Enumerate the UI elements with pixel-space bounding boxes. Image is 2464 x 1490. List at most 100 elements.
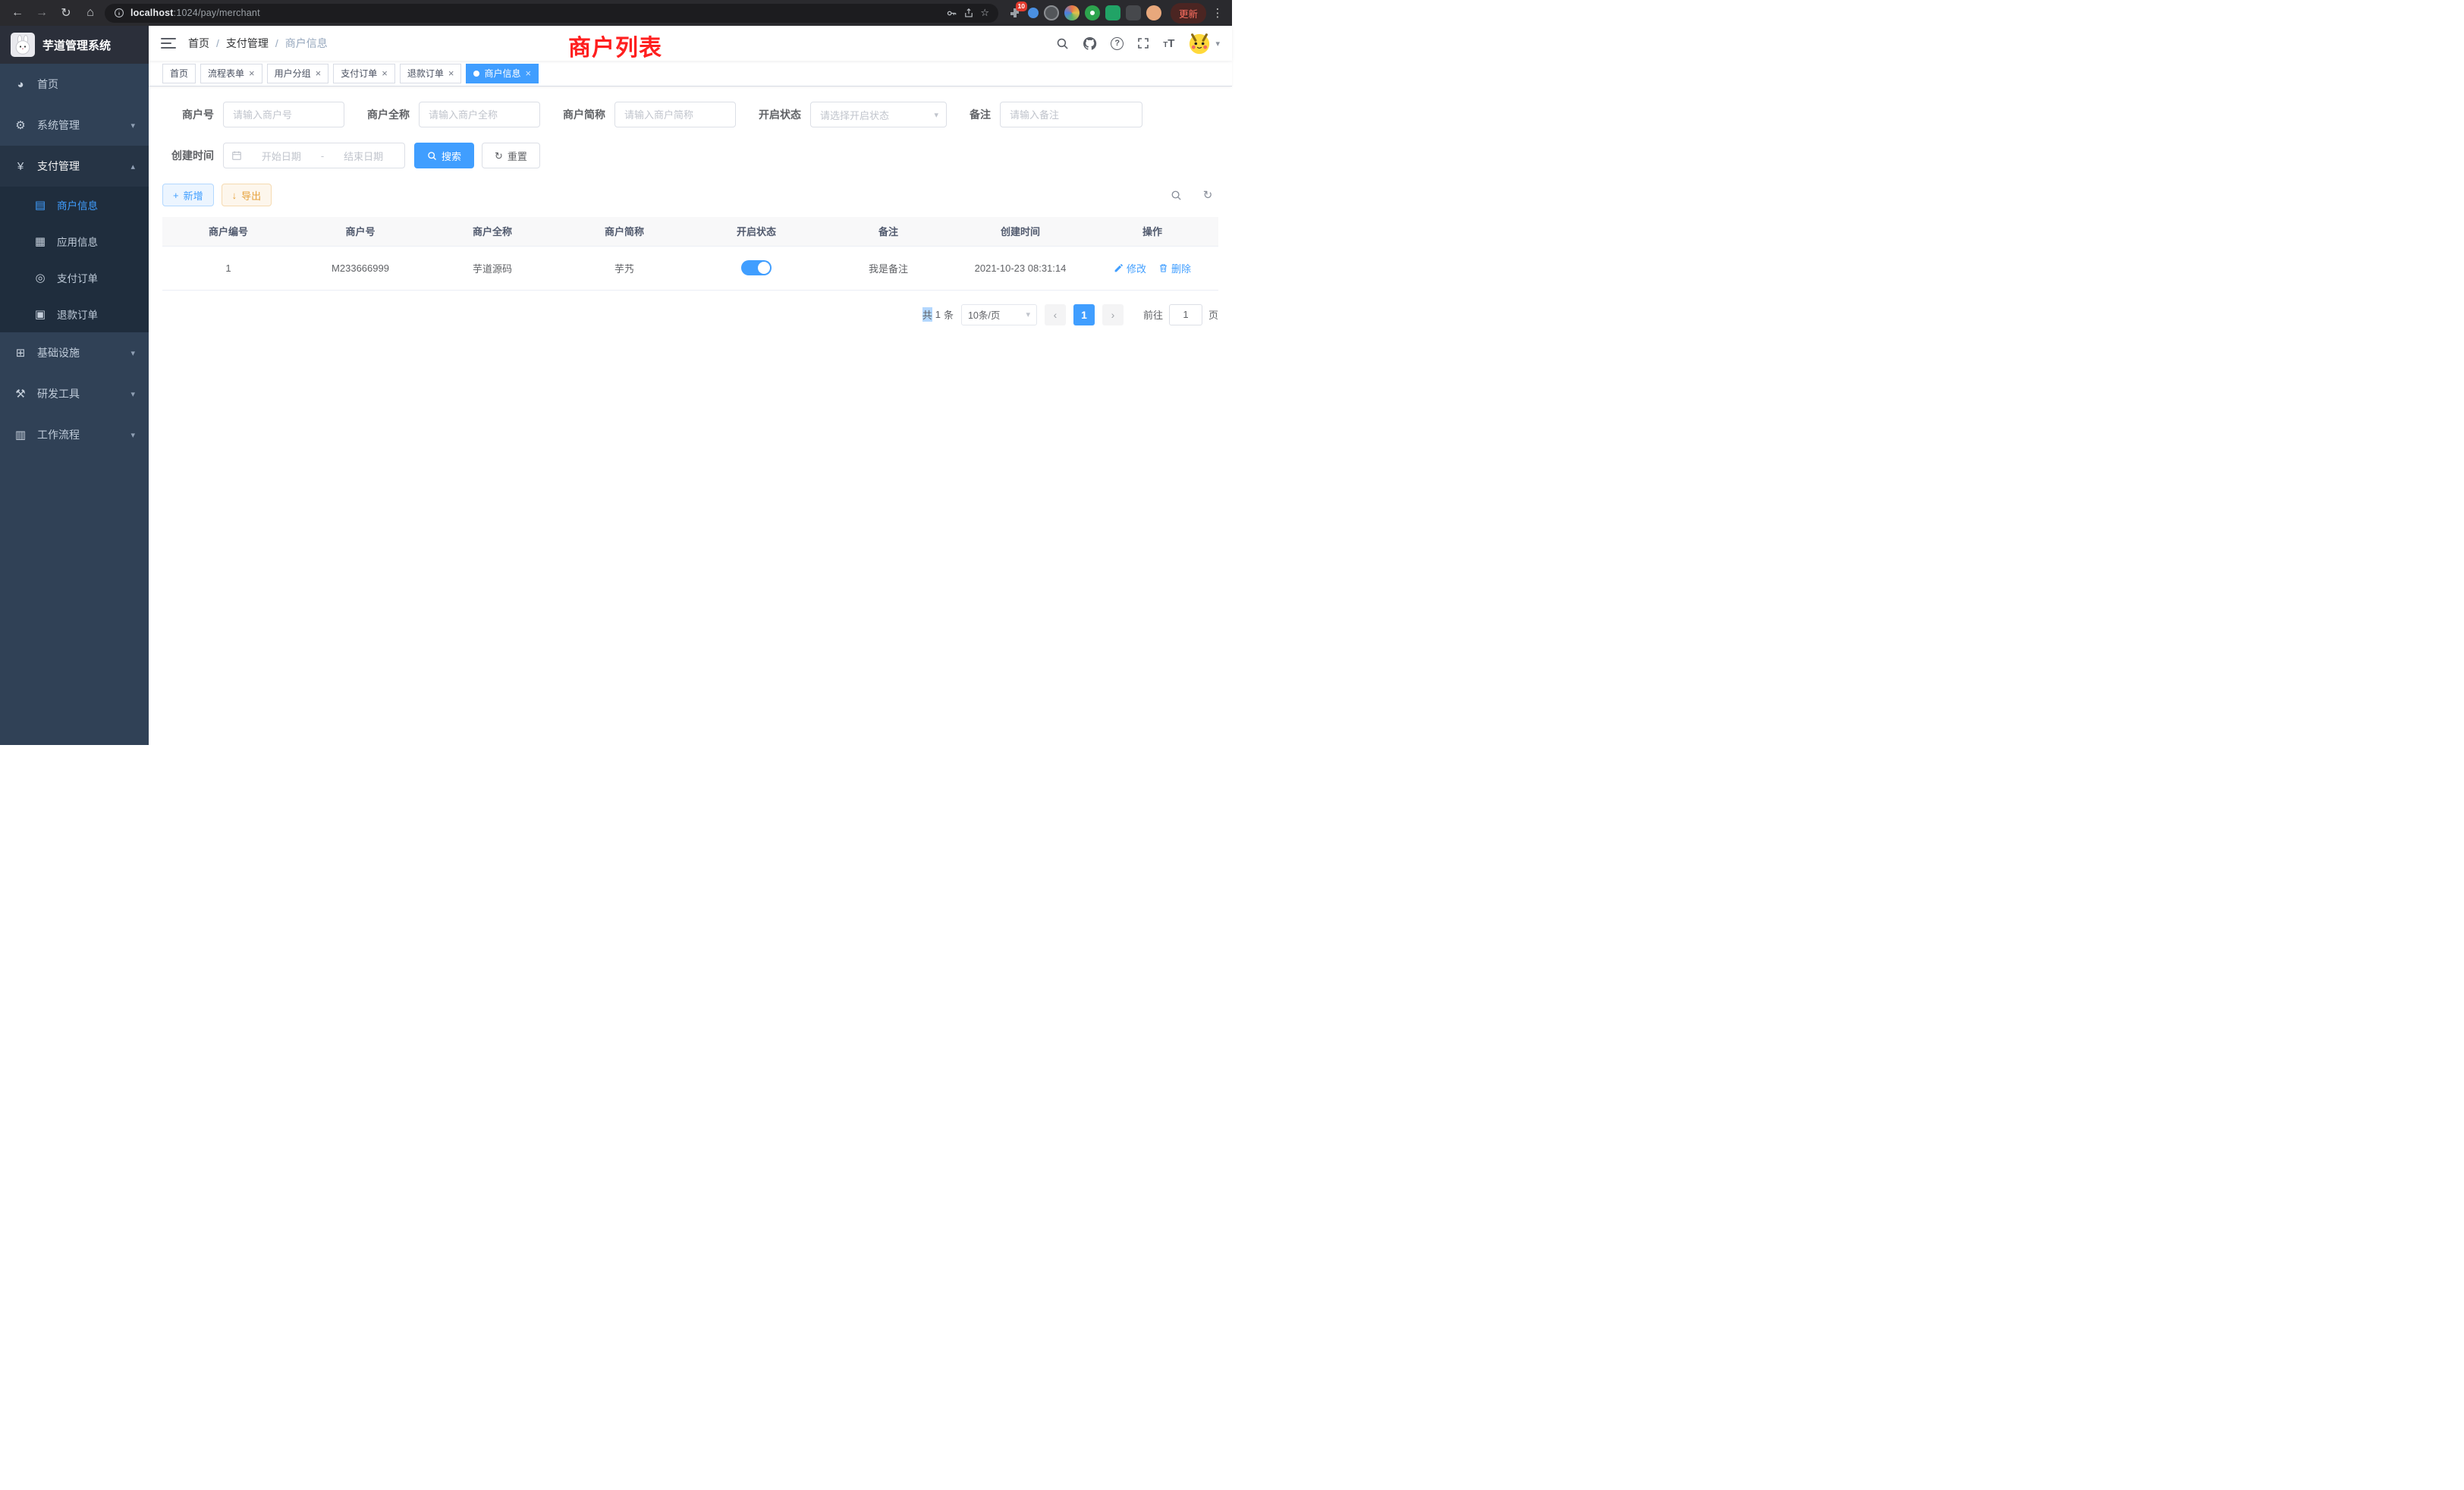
toggle-search-icon[interactable] xyxy=(1165,184,1186,206)
plus-icon: + xyxy=(173,190,179,200)
tools-icon: ⚒ xyxy=(14,387,27,401)
next-page-button[interactable]: › xyxy=(1102,304,1124,325)
close-icon[interactable]: × xyxy=(249,68,255,78)
breadcrumb-current: 商户信息 xyxy=(285,36,328,51)
remark-label: 备注 xyxy=(970,107,991,122)
sidebar-item-app-info[interactable]: ▦ 应用信息 xyxy=(0,223,149,259)
breadcrumb-home[interactable]: 首页 xyxy=(188,36,209,51)
browser-update-button[interactable]: 更新 xyxy=(1171,3,1206,24)
cell-create-time: 2021-10-23 08:31:14 xyxy=(954,246,1086,290)
sidebar-item-devtools[interactable]: ⚒ 研发工具 ▾ xyxy=(0,373,149,414)
prev-page-button[interactable]: ‹ xyxy=(1045,304,1066,325)
sidebar: 芋道管理系统 ◕ 首页 ⚙ 系统管理 ▾ ¥ 支付管理 ▴ ▤ 商户信息 ▦ 应… xyxy=(0,26,149,745)
sidebar-item-refund-order[interactable]: ▣ 退款订单 xyxy=(0,296,149,332)
tab-merchant-info[interactable]: 商户信息× xyxy=(466,64,539,83)
sidebar-item-workflow[interactable]: ▥ 工作流程 ▾ xyxy=(0,414,149,455)
merchant-no-input[interactable] xyxy=(223,102,344,127)
cell-status xyxy=(690,246,822,290)
export-button[interactable]: ↓ 导出 xyxy=(222,184,272,206)
sidebar-item-home[interactable]: ◕ 首页 xyxy=(0,64,149,105)
extension-icon[interactable] xyxy=(1028,8,1039,18)
password-key-icon[interactable] xyxy=(946,8,957,19)
cell-merchant-id: 1 xyxy=(162,246,294,290)
extension-icon[interactable] xyxy=(1105,5,1120,20)
breadcrumb-payment[interactable]: 支付管理 xyxy=(226,36,269,51)
sidebar-item-payment[interactable]: ¥ 支付管理 ▴ xyxy=(0,146,149,187)
extension-icon[interactable] xyxy=(1126,5,1141,20)
tab-process-form[interactable]: 流程表单× xyxy=(200,64,262,83)
help-icon[interactable]: ? xyxy=(1111,37,1124,50)
tab-home[interactable]: 首页 xyxy=(162,64,196,83)
tab-refund-order[interactable]: 退款订单× xyxy=(400,64,462,83)
browser-toolbar: ← → ↻ ⌂ localhost:1024/pay/merchant ☆ 10… xyxy=(0,0,1232,26)
search-button[interactable]: 搜索 xyxy=(414,143,474,168)
remark-input[interactable] xyxy=(1000,102,1142,127)
active-dot xyxy=(473,71,479,77)
extension-icon[interactable] xyxy=(1044,5,1059,20)
extension-icon[interactable] xyxy=(1146,5,1161,20)
header-search-icon[interactable] xyxy=(1056,37,1069,50)
sidebar-item-infrastructure[interactable]: ⊞ 基础设施 ▾ xyxy=(0,332,149,373)
cell-short-name: 芋艿 xyxy=(558,246,690,290)
create-time-range-picker[interactable]: 开始日期 - 结束日期 xyxy=(223,143,405,168)
monitor-icon: ⊞ xyxy=(14,346,27,360)
col-merchant-id: 商户编号 xyxy=(162,217,294,246)
page-number-1[interactable]: 1 xyxy=(1073,304,1095,325)
status-select[interactable]: 请选择开启状态 ▾ xyxy=(810,102,947,127)
sidebar-item-label: 支付订单 xyxy=(57,270,98,285)
refresh-icon: ↻ xyxy=(495,151,503,161)
url-host: localhost xyxy=(130,8,174,18)
end-date-placeholder: 结束日期 xyxy=(330,149,397,163)
status-toggle[interactable] xyxy=(741,260,772,275)
extension-badge: 10 xyxy=(1016,2,1027,11)
site-info-icon[interactable] xyxy=(114,8,124,18)
merchant-no-label: 商户号 xyxy=(162,107,214,122)
extension-icon[interactable] xyxy=(1064,5,1080,20)
page-size-select[interactable]: 10条/页 ▾ xyxy=(961,304,1037,325)
address-bar[interactable]: localhost:1024/pay/merchant ☆ xyxy=(105,4,998,23)
close-icon[interactable]: × xyxy=(382,68,388,78)
tab-pay-order[interactable]: 支付订单× xyxy=(333,64,395,83)
close-icon[interactable]: × xyxy=(448,68,454,78)
col-short-name: 商户简称 xyxy=(558,217,690,246)
share-icon[interactable] xyxy=(963,8,974,18)
bookmark-star-icon[interactable]: ☆ xyxy=(980,7,989,19)
sidebar-item-label: 工作流程 xyxy=(37,427,80,442)
sidebar-item-merchant-info[interactable]: ▤ 商户信息 xyxy=(0,187,149,223)
hamburger-icon[interactable] xyxy=(161,38,176,49)
browser-reload-icon[interactable]: ↻ xyxy=(56,3,76,23)
cell-remark: 我是备注 xyxy=(822,246,954,290)
short-name-input[interactable] xyxy=(614,102,736,127)
avatar xyxy=(1188,32,1211,55)
font-size-icon[interactable]: TT xyxy=(1163,38,1174,49)
sidebar-item-system[interactable]: ⚙ 系统管理 ▾ xyxy=(0,105,149,146)
start-date-placeholder: 开始日期 xyxy=(248,149,315,163)
tab-user-group[interactable]: 用户分组× xyxy=(267,64,329,83)
status-label: 开启状态 xyxy=(759,107,801,122)
browser-forward-icon[interactable]: → xyxy=(32,3,52,23)
user-avatar-menu[interactable]: ▾ xyxy=(1188,32,1220,55)
merchant-table: 商户编号 商户号 商户全称 商户简称 开启状态 备注 创建时间 操作 1 M23… xyxy=(162,217,1218,291)
extension-icon[interactable] xyxy=(1085,5,1100,20)
full-name-input[interactable] xyxy=(419,102,540,127)
edit-link[interactable]: 修改 xyxy=(1114,261,1146,275)
sidebar-submenu-payment: ▤ 商户信息 ▦ 应用信息 ◎ 支付订单 ▣ 退款订单 xyxy=(0,187,149,332)
add-button[interactable]: + 新增 xyxy=(162,184,214,206)
goto-page-input[interactable] xyxy=(1169,304,1202,325)
calendar-icon xyxy=(231,150,242,161)
refresh-table-icon[interactable]: ↻ xyxy=(1197,184,1218,206)
fullscreen-icon[interactable] xyxy=(1137,37,1149,49)
delete-link[interactable]: 删除 xyxy=(1158,261,1191,275)
github-icon[interactable] xyxy=(1083,36,1097,51)
reset-button[interactable]: ↻ 重置 xyxy=(482,143,540,168)
browser-menu-icon[interactable]: ⋮ xyxy=(1211,6,1224,20)
chevron-up-icon: ▴ xyxy=(130,162,135,171)
extensions-puzzle-icon[interactable]: 10 xyxy=(1007,5,1023,20)
browser-back-icon[interactable]: ← xyxy=(8,3,27,23)
sidebar-item-label: 应用信息 xyxy=(57,234,98,249)
close-icon[interactable]: × xyxy=(316,68,322,78)
close-icon[interactable]: × xyxy=(525,68,531,78)
sidebar-item-pay-order[interactable]: ◎ 支付订单 xyxy=(0,259,149,296)
app-logo-bar[interactable]: 芋道管理系统 xyxy=(0,26,149,64)
browser-home-icon[interactable]: ⌂ xyxy=(80,3,100,23)
